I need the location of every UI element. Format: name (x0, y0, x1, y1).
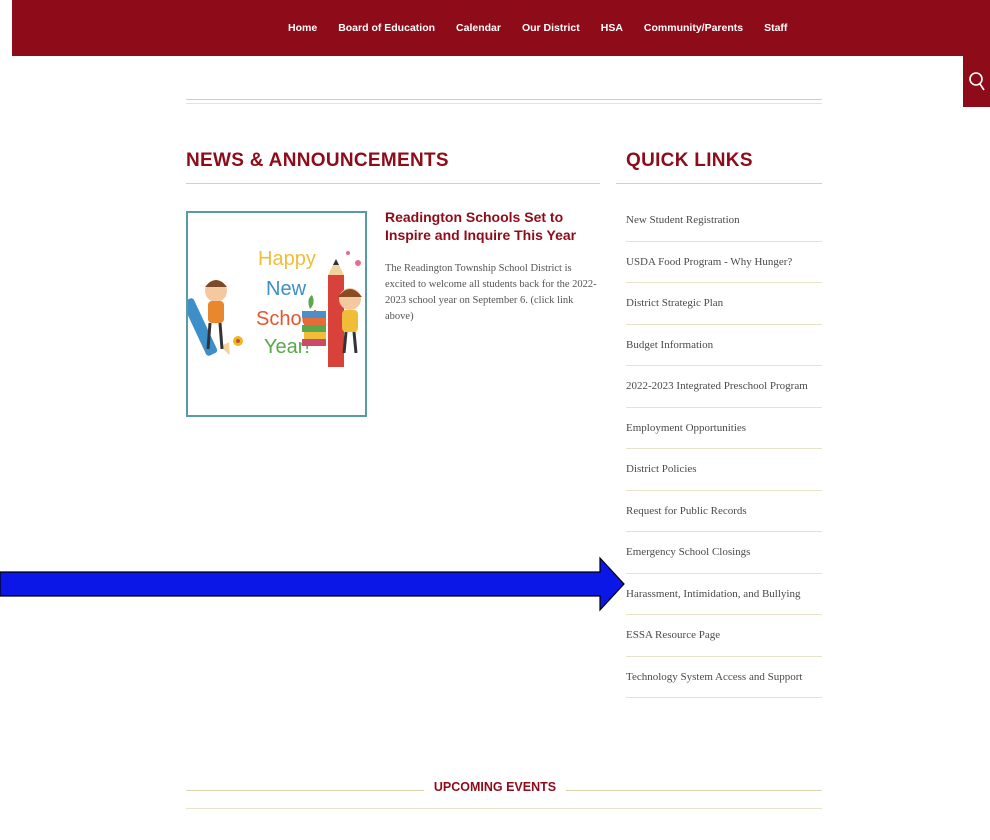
quick-links-heading-underline (616, 183, 822, 184)
nav-item-our-district[interactable]: Our District (522, 22, 580, 34)
blue-arrow-icon (0, 556, 625, 612)
nav-item-board-of-education[interactable]: Board of Education (338, 22, 435, 34)
nav-item-home[interactable]: Home (288, 22, 317, 34)
quick-link-essa-resource-page[interactable]: ESSA Resource Page (626, 615, 822, 657)
quick-link-harassment-intimidation-bullying[interactable]: Harassment, Intimidation, and Bullying (626, 574, 822, 615)
search-icon (968, 72, 985, 91)
news-article-body: The Readington Township School District … (385, 263, 597, 322)
upcoming-events-heading: UPCOMING EVENTS (0, 780, 990, 794)
top-divider (186, 99, 822, 100)
upcoming-events-label: UPCOMING EVENTS (423, 780, 567, 794)
quick-link-request-for-public-records[interactable]: Request for Public Records (626, 491, 822, 532)
quick-link-budget-information[interactable]: Budget Information (626, 325, 822, 366)
quick-link-technology-system-access[interactable]: Technology System Access and Support (626, 657, 822, 698)
image-text-new: New (266, 278, 307, 300)
nav-item-staff[interactable]: Staff (764, 22, 787, 34)
events-divider-lower (186, 808, 822, 809)
quick-link-district-strategic-plan[interactable]: District Strategic Plan (626, 283, 822, 325)
quick-link-usda-food-program[interactable]: USDA Food Program - Why Hunger? (626, 242, 822, 283)
nav-item-hsa[interactable]: HSA (601, 22, 623, 34)
quick-links-list: New Student Registration USDA Food Progr… (626, 200, 822, 698)
news-heading-underline (186, 183, 600, 184)
news-article-title[interactable]: Readington Schools Set to Inspire and In… (385, 208, 600, 244)
nav-item-community-parents[interactable]: Community/Parents (644, 22, 743, 34)
happy-new-school-year-illustration: Happy New School Year! (188, 248, 362, 367)
quick-link-employment-opportunities[interactable]: Employment Opportunities (626, 408, 822, 449)
quick-link-emergency-school-closings[interactable]: Emergency School Closings (626, 532, 822, 574)
quick-link-district-policies[interactable]: District Policies (626, 449, 822, 491)
news-heading: NEWS & ANNOUNCEMENTS (186, 150, 449, 171)
quick-link-integrated-preschool-program[interactable]: 2022-2023 Integrated Preschool Program (626, 366, 822, 408)
top-divider-secondary (186, 103, 822, 104)
search-button[interactable] (963, 55, 990, 107)
nav-item-calendar[interactable]: Calendar (456, 22, 501, 34)
image-text-happy: Happy (258, 248, 316, 270)
main-menu: Home Board of Education Calendar Our Dis… (288, 0, 808, 56)
quick-link-new-student-registration[interactable]: New Student Registration (626, 200, 822, 242)
quick-links-heading: QUICK LINKS (626, 150, 753, 171)
top-navigation-bar: Home Board of Education Calendar Our Dis… (12, 0, 990, 56)
news-article-image[interactable]: Happy New School Year! (186, 211, 367, 417)
